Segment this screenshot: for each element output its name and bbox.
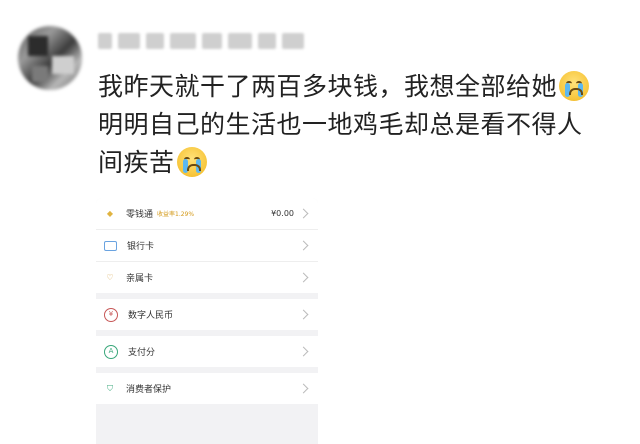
wallet-item-pay-score[interactable]: A 支付分: [96, 336, 318, 367]
post-line-3-text: 间疾苦: [98, 148, 175, 177]
wallet-item-change-pocket[interactable]: ◆ 零钱通 收益率1.29% ¥0.00: [96, 198, 318, 230]
chevron-right-icon: [298, 309, 309, 320]
post-text: 我昨天就干了两百多块钱，我想全部给她 明明自己的生活也一地鸡毛却总是看不得人 间…: [98, 68, 628, 182]
family-card-icon: ♡: [106, 272, 114, 282]
wallet-group-2: ¥ 数字人民币: [96, 299, 318, 330]
chevron-right-icon: [298, 346, 309, 357]
pay-score-icon: A: [104, 344, 118, 359]
wallet-item-family-card[interactable]: ♡ 亲属卡: [96, 262, 318, 293]
wallet-item-label: 银行卡: [127, 242, 155, 252]
avatar[interactable]: [18, 26, 82, 90]
post-line-1: 我昨天就干了两百多块钱，我想全部给她: [98, 68, 628, 106]
wallet-group-3: A 支付分: [96, 336, 318, 367]
chevron-right-icon: [298, 383, 309, 394]
post-line-2-text: 明明自己的生活也一地鸡毛却总是看不得人: [98, 110, 583, 139]
wallet-item-label: 支付分: [128, 348, 156, 358]
crying-emoji-icon: [176, 147, 207, 177]
bank-card-icon: [104, 240, 117, 251]
wallet-screenshot[interactable]: ◆ 零钱通 收益率1.29% ¥0.00 银行卡 ♡ 亲属卡 ¥ 数字人民币 A…: [96, 198, 318, 444]
wallet-item-consumer-protection[interactable]: ⛉ 消费者保护: [96, 373, 318, 404]
wallet-item-digital-yuan[interactable]: ¥ 数字人民币: [96, 299, 318, 330]
post-line-1-text: 我昨天就干了两百多块钱，我想全部给她: [98, 72, 558, 101]
gem-icon: ◆: [106, 208, 114, 218]
wallet-item-label: 数字人民币: [128, 311, 174, 321]
chevron-right-icon: [298, 240, 309, 251]
wallet-item-bank-card[interactable]: 银行卡: [96, 230, 318, 262]
post-line-3: 间疾苦: [98, 144, 628, 182]
crying-emoji-icon: [559, 71, 590, 101]
yield-badge: 收益率1.29%: [157, 211, 195, 218]
balance-value: ¥0.00: [271, 209, 294, 218]
chevron-right-icon: [298, 272, 309, 283]
wallet-item-label: 消费者保护: [126, 385, 172, 395]
wallet-item-label: 零钱通: [126, 210, 154, 220]
post-line-2: 明明自己的生活也一地鸡毛却总是看不得人: [98, 106, 628, 144]
chevron-right-icon: [298, 208, 309, 219]
digital-yuan-icon: ¥: [104, 307, 118, 322]
username-blurred[interactable]: [98, 30, 328, 52]
wallet-item-label: 亲属卡: [126, 274, 154, 284]
wallet-group-1: ◆ 零钱通 收益率1.29% ¥0.00 银行卡 ♡ 亲属卡: [96, 198, 318, 293]
consumer-protection-icon: ⛉: [107, 383, 113, 393]
wallet-group-4: ⛉ 消费者保护: [96, 373, 318, 404]
